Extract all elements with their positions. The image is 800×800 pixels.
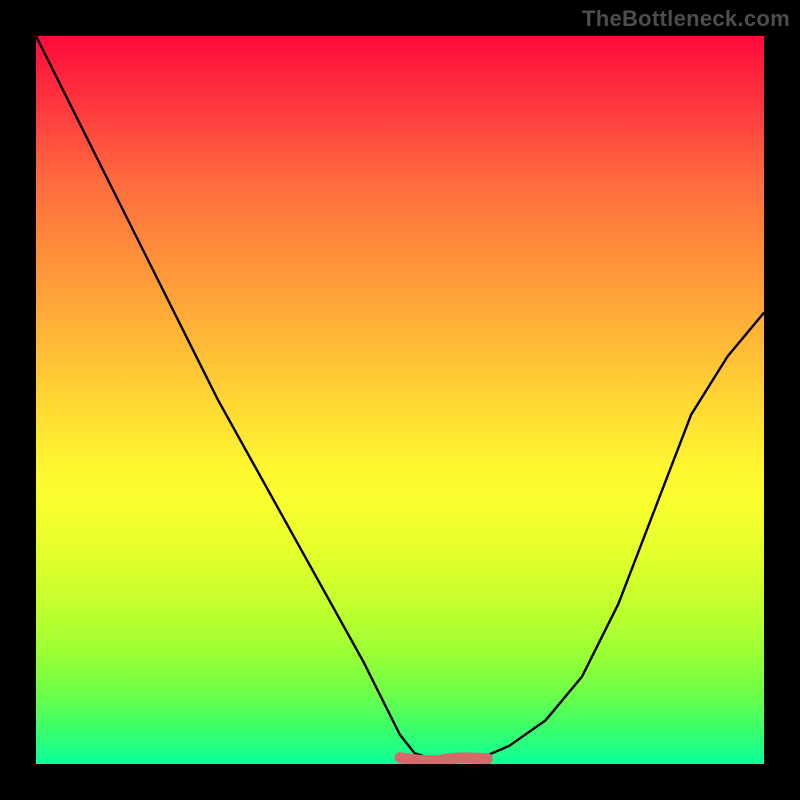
- flat-segment: [400, 758, 487, 761]
- bottleneck-curve: [36, 36, 764, 760]
- plot-area: [36, 36, 764, 764]
- chart-frame: TheBottleneck.com: [0, 0, 800, 800]
- watermark-text: TheBottleneck.com: [582, 6, 790, 32]
- curve-layer: [36, 36, 764, 764]
